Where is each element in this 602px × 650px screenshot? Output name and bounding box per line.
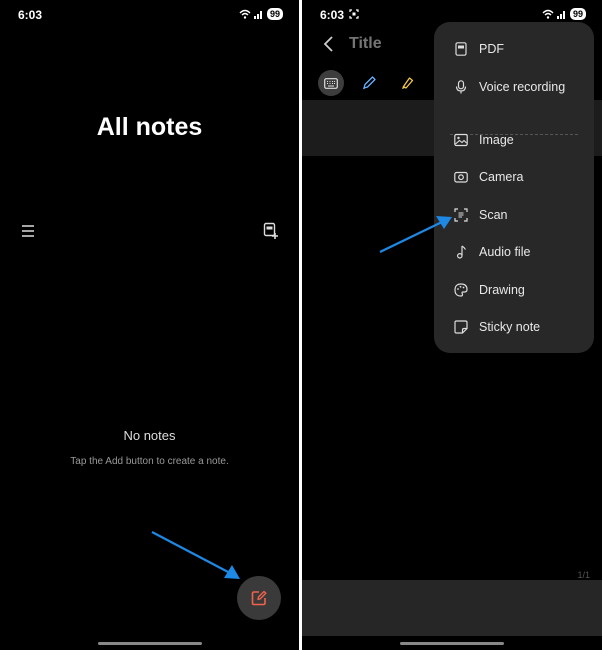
insert-menu: PDF Voice recording Image Camera Scan Au… xyxy=(434,22,594,353)
menu-item-label: Camera xyxy=(479,170,524,184)
add-note-button[interactable] xyxy=(237,576,281,620)
keyboard-mode-button[interactable] xyxy=(318,70,344,96)
highlighter-mode-button[interactable] xyxy=(394,70,420,96)
empty-state-title: No notes xyxy=(123,428,176,443)
menu-item-label: Scan xyxy=(479,208,508,222)
menu-item-label: PDF xyxy=(479,42,504,56)
all-notes-screen: 6:03 99 All notes No notes Tap the Add b… xyxy=(0,0,299,650)
pen-mode-button[interactable] xyxy=(356,70,382,96)
status-bar: 6:03 99 xyxy=(0,0,299,30)
menu-item-voice-recording[interactable]: Voice recording xyxy=(434,70,594,104)
wifi-icon xyxy=(542,9,554,19)
image-icon xyxy=(454,133,468,147)
menu-item-label: Audio file xyxy=(479,245,531,259)
menu-item-scan[interactable]: Scan xyxy=(434,198,594,232)
page-indicator: 1/1 xyxy=(577,570,590,580)
sticky-note-icon xyxy=(454,320,468,334)
camera-icon xyxy=(454,170,468,184)
battery-indicator: 99 xyxy=(266,8,283,20)
menu-item-sticky-note[interactable]: Sticky note xyxy=(434,310,594,344)
menu-item-audio-file[interactable]: Audio file xyxy=(434,235,594,269)
title-input[interactable] xyxy=(349,35,419,53)
menu-item-label: Voice recording xyxy=(479,80,566,94)
menu-item-label: Drawing xyxy=(479,283,525,297)
note-editor-screen: 6:03 99 1/1 PDF Voice recording xyxy=(302,0,602,650)
microphone-icon xyxy=(454,80,468,94)
signal-icon xyxy=(556,11,565,19)
home-indicator xyxy=(400,642,504,645)
annotation-arrow xyxy=(151,531,240,579)
menu-item-label: Sticky note xyxy=(479,320,541,334)
status-time: 6:03 xyxy=(18,8,43,22)
signal-icon xyxy=(253,11,262,19)
menu-item-pdf[interactable]: PDF xyxy=(434,32,594,66)
music-note-icon xyxy=(454,245,468,259)
scan-icon xyxy=(454,208,468,222)
home-indicator xyxy=(98,642,202,645)
highlighter-icon xyxy=(402,77,414,89)
bottom-panel xyxy=(302,580,602,636)
empty-state-hint: Tap the Add button to create a note. xyxy=(70,456,229,467)
screen-recording-icon xyxy=(349,9,359,19)
menu-item-label: Image xyxy=(479,133,514,147)
pdf-icon xyxy=(454,42,468,56)
wifi-icon xyxy=(239,9,251,19)
system-icons: 99 xyxy=(239,8,283,20)
menu-item-drawing[interactable]: Drawing xyxy=(434,273,594,307)
menu-item-image[interactable]: Image xyxy=(434,123,594,157)
battery-indicator: 99 xyxy=(569,8,586,20)
page-title: All notes xyxy=(96,113,203,141)
menu-icon[interactable] xyxy=(20,224,36,238)
system-icons: 99 xyxy=(542,8,586,20)
compose-icon xyxy=(251,590,267,606)
keyboard-icon xyxy=(324,77,338,89)
palette-icon xyxy=(454,283,468,297)
status-time: 6:03 xyxy=(320,8,345,22)
pen-icon xyxy=(362,76,376,90)
import-pdf-icon[interactable] xyxy=(263,222,279,240)
menu-item-camera[interactable]: Camera xyxy=(434,160,594,194)
back-icon[interactable] xyxy=(322,35,336,53)
input-mode-toolbar xyxy=(318,70,420,96)
